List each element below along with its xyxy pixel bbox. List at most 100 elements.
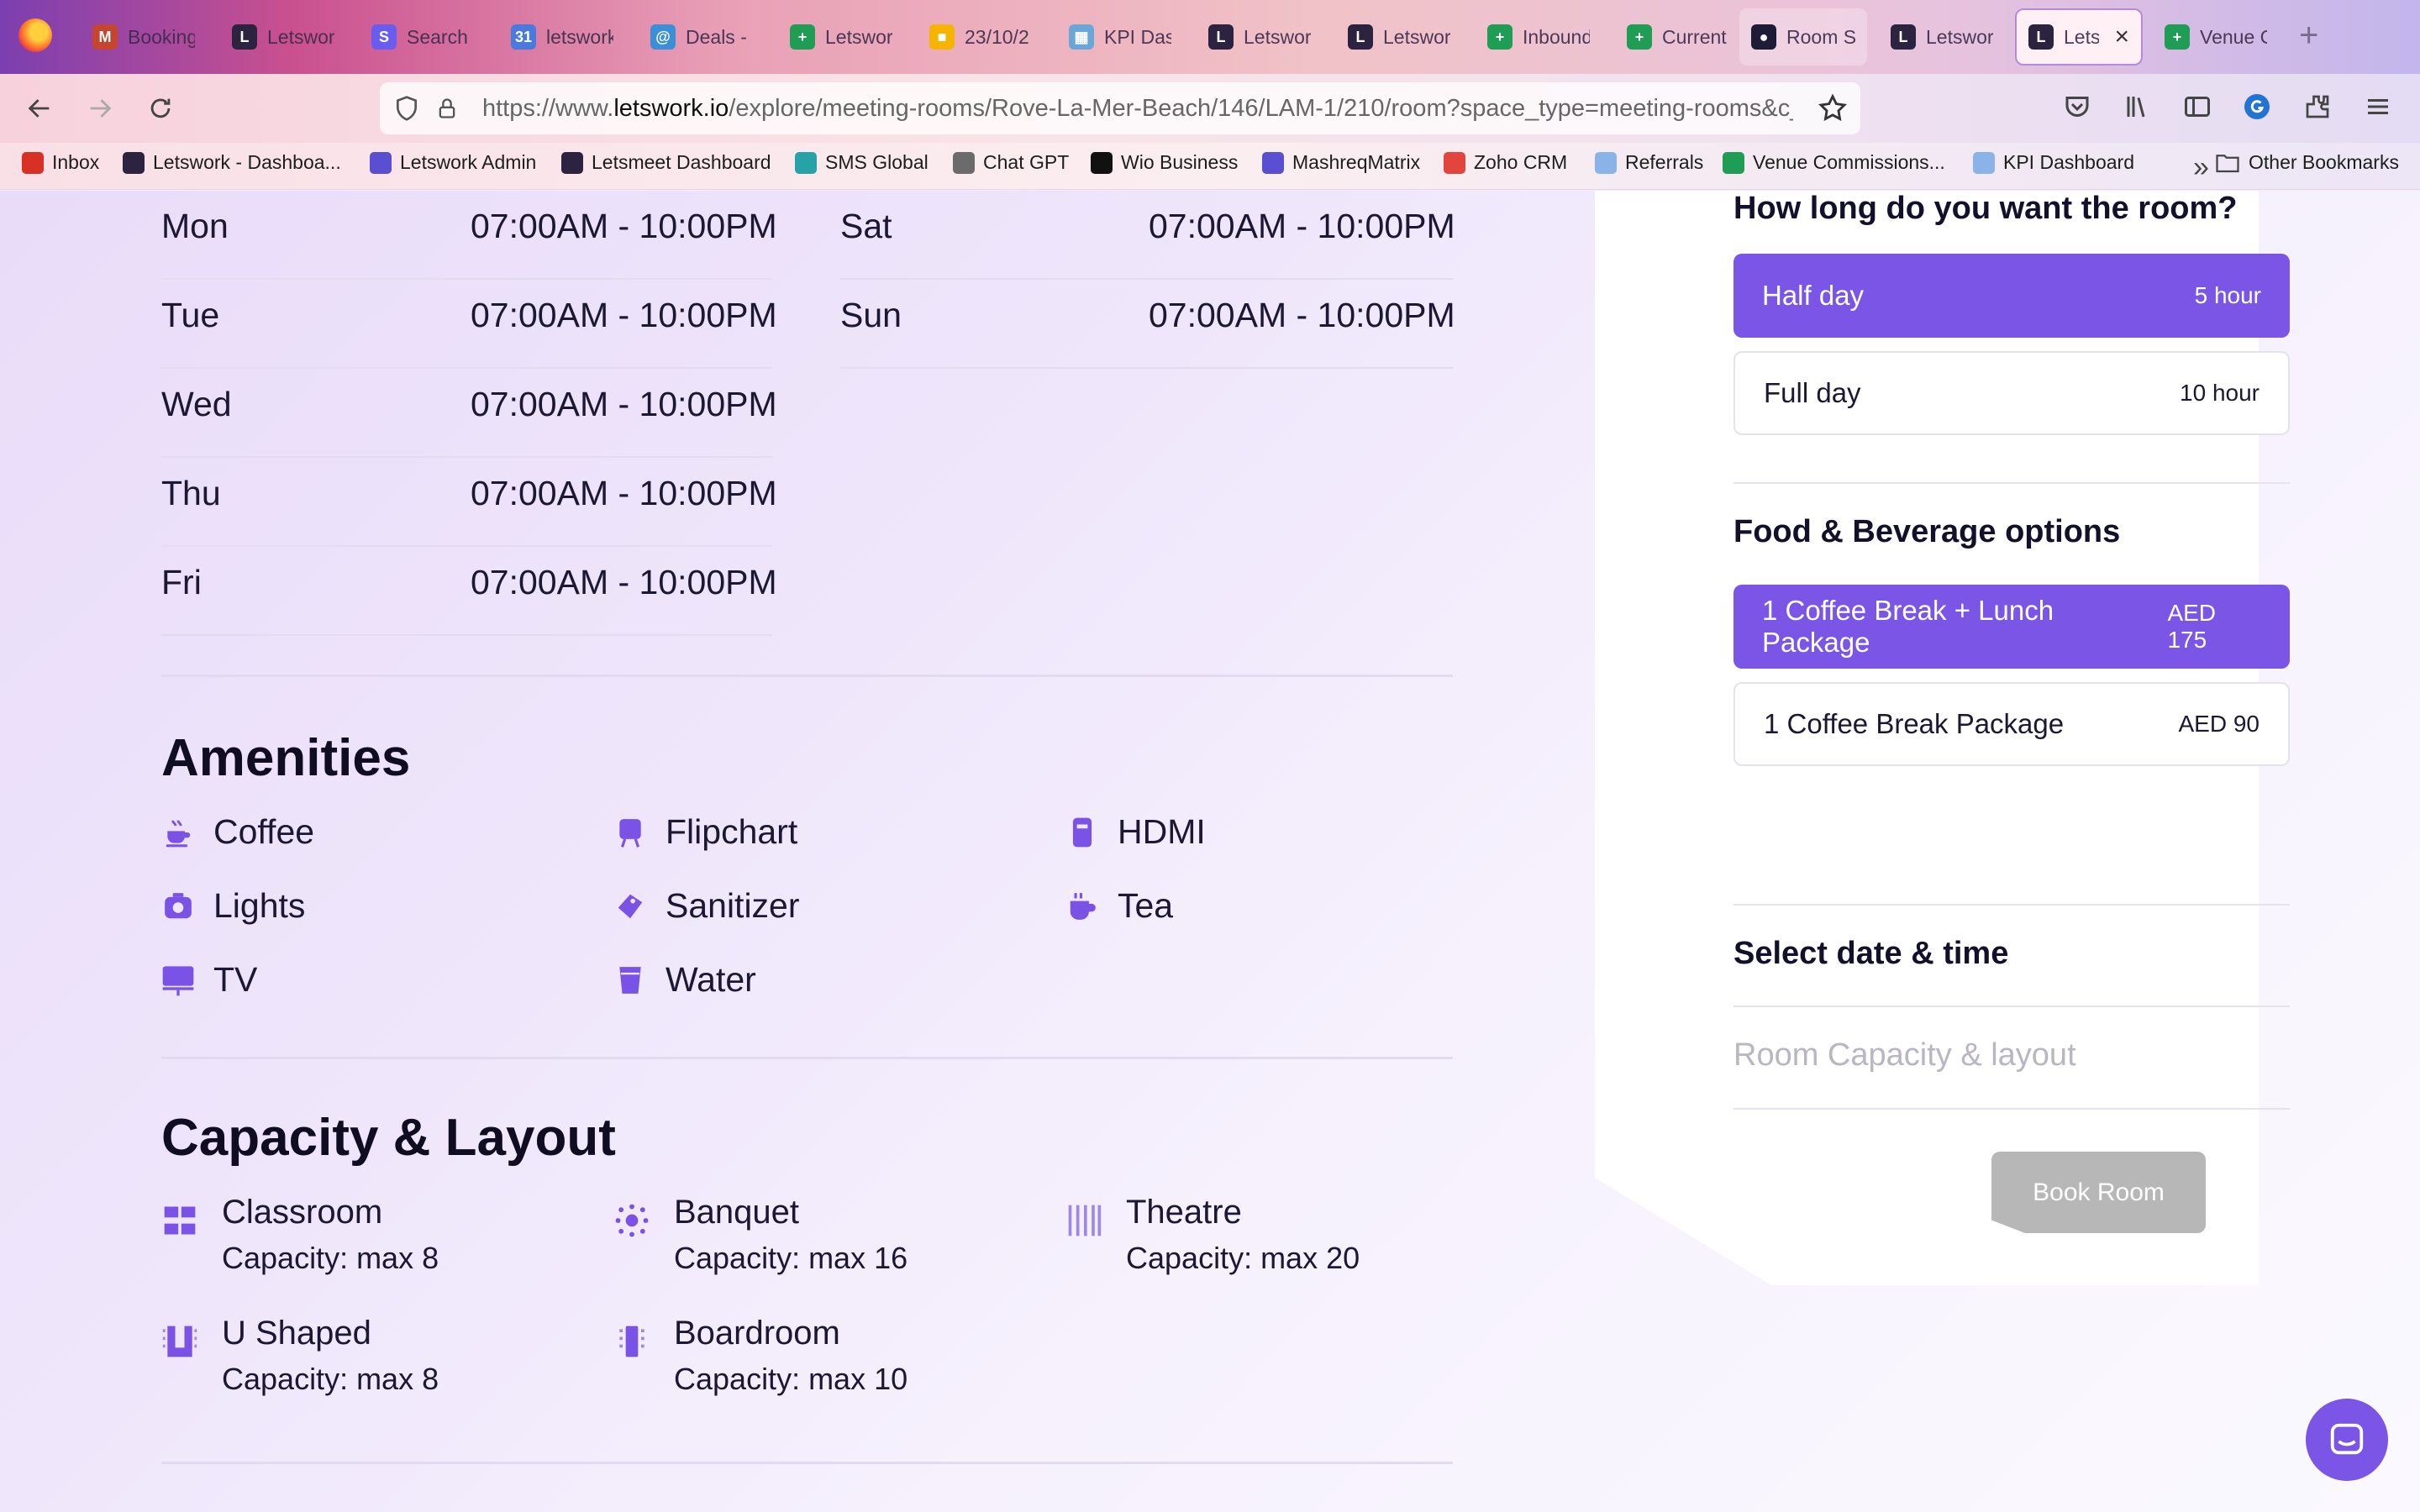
grammarly-icon[interactable]: [2242, 92, 2272, 122]
bookmark-favicon-icon: [1262, 151, 1284, 174]
url-text[interactable]: https://www.letswork.io/explore/meeting-…: [482, 95, 1793, 123]
bookmark-item[interactable]: Chat GPT: [953, 151, 1069, 174]
browser-tab[interactable]: + Venue C: [2153, 8, 2279, 66]
folder-icon: [2216, 154, 2239, 172]
bookmark-favicon-icon: [1444, 151, 1465, 174]
tab-title: letswork: [546, 25, 613, 48]
bookmark-item[interactable]: SMS Global: [795, 151, 929, 174]
browser-tab[interactable]: L Letswork: [1879, 8, 2005, 66]
tab-favicon-icon: +: [1487, 24, 1512, 50]
browser-tab[interactable]: ● Room S: [1739, 8, 1867, 66]
bookmark-item[interactable]: Zoho CRM: [1444, 151, 1567, 174]
browser-tab[interactable]: ■ 23/10/2: [918, 8, 1044, 66]
browser-tab[interactable]: L Letswork: [220, 8, 346, 66]
reload-button[interactable]: [139, 87, 182, 129]
bookmarks-overflow[interactable]: »: [2193, 151, 2209, 184]
panel-divider: [1733, 482, 2290, 484]
bookmark-favicon-icon: [1973, 151, 1995, 174]
tab-favicon-icon: L: [1891, 24, 1916, 50]
chat-launcher-button[interactable]: [2306, 1399, 2388, 1481]
tab-favicon-icon: L: [1208, 24, 1234, 50]
bookmark-item[interactable]: Letswork - Dashboa...: [123, 151, 341, 174]
browser-tab[interactable]: @ Deals -: [639, 8, 765, 66]
library-icon[interactable]: [2123, 92, 2154, 122]
fnb-option-coffee-lunch[interactable]: 1 Coffee Break + Lunch Package AED 175: [1733, 585, 2290, 669]
tab-title: Letswork: [825, 25, 892, 48]
page-content: Mon 07:00AM - 10:00PM Tue 07:00AM - 10:0…: [0, 191, 2420, 1512]
bookmark-item[interactable]: Inbox: [22, 151, 99, 174]
duration-option-half-day[interactable]: Half day 5 hour: [1733, 254, 2290, 338]
forward-arrow-icon: [90, 99, 112, 118]
bookmark-favicon-icon: [123, 151, 145, 174]
tea-icon: [1065, 890, 1099, 923]
amenity-tv: TV: [161, 960, 257, 1000]
hours-day: Mon: [161, 207, 229, 245]
bookmark-item[interactable]: MashreqMatrix: [1262, 151, 1420, 174]
browser-tab[interactable]: 31 letswork: [499, 8, 625, 66]
theatre-icon: [1068, 1205, 1102, 1236]
tab-title: Inbound: [1523, 25, 1590, 48]
water-icon: [613, 963, 647, 997]
browser-tab[interactable]: M Booking: [81, 8, 207, 66]
tab-title: Letswork: [267, 25, 334, 48]
select-date-time[interactable]: Select date & time: [1733, 936, 2008, 972]
tab-favicon-icon: +: [1627, 24, 1652, 50]
hours-day: Wed: [161, 385, 232, 423]
bookmark-favicon-icon: [1723, 151, 1744, 174]
sidebar-icon[interactable]: [2181, 92, 2213, 122]
bookmark-label: Referrals: [1625, 151, 1704, 173]
bookmark-item[interactable]: Letswork Admin: [370, 151, 536, 174]
back-button[interactable]: [18, 87, 60, 129]
room-capacity-layout-field[interactable]: Room Capacity & layout: [1733, 1037, 2076, 1074]
close-tab-icon[interactable]: ×: [2114, 23, 2129, 51]
tab-favicon-icon: M: [92, 24, 118, 50]
tracking-shield-icon[interactable]: [393, 94, 420, 123]
browser-tab[interactable]: L Letswork: [1197, 8, 1323, 66]
bookmark-label: MashreqMatrix: [1292, 151, 1421, 173]
browser-tab[interactable]: ▦ KPI Das: [1057, 8, 1183, 66]
new-tab-button[interactable]: +: [2299, 17, 2318, 55]
section-divider: [161, 1462, 1453, 1464]
browser-tab[interactable]: L Lets ×: [2015, 8, 2143, 66]
browser-tab[interactable]: + Current: [1615, 8, 1741, 66]
browser-tab[interactable]: + Inbound: [1476, 8, 1602, 66]
browser-tab[interactable]: L Letswork: [1336, 8, 1462, 66]
book-room-button[interactable]: Book Room: [1991, 1152, 2206, 1233]
tab-title: 23/10/2: [965, 25, 1029, 48]
bookmark-favicon-icon: [953, 151, 975, 174]
browser-tab[interactable]: + Letswork: [778, 8, 904, 66]
other-bookmarks[interactable]: Other Bookmarks: [2215, 151, 2399, 174]
tab-favicon-icon: S: [371, 24, 397, 50]
section-divider: [161, 675, 1453, 677]
bookmark-label: SMS Global: [825, 151, 929, 173]
bookmark-item[interactable]: Venue Commissions...: [1723, 151, 1945, 174]
hdmi-icon: [1065, 816, 1099, 849]
bookmark-label: Letsmeet Dashboard: [592, 151, 771, 173]
fnb-option-coffee-break[interactable]: 1 Coffee Break Package AED 90: [1733, 682, 2290, 766]
pocket-icon[interactable]: [2062, 92, 2092, 122]
tab-title: Booking: [128, 25, 195, 48]
amenity-sanitizer: Sanitizer: [613, 886, 800, 926]
lock-icon[interactable]: [435, 94, 459, 123]
bookmark-item[interactable]: Wio Business: [1091, 151, 1238, 174]
address-bar[interactable]: https://www.letswork.io/explore/meeting-…: [380, 82, 1860, 134]
flipchart-icon: [613, 816, 647, 849]
u-shaped-icon: [162, 1326, 197, 1357]
tab-title: KPI Das: [1104, 25, 1171, 48]
bookmark-item[interactable]: Referrals: [1595, 151, 1703, 174]
bookmark-favicon-icon: [22, 151, 44, 174]
tab-favicon-icon: ●: [1751, 24, 1776, 50]
browser-tab[interactable]: S Search: [360, 8, 486, 66]
forward-button[interactable]: [79, 87, 121, 129]
menu-hamburger-icon[interactable]: [2363, 92, 2393, 122]
bookmark-item[interactable]: KPI Dashboard: [1973, 151, 2134, 174]
duration-title: How long do you want the room?: [1733, 191, 2238, 226]
duration-option-full-day[interactable]: Full day 10 hour: [1733, 351, 2290, 435]
bookmark-label: Letswork - Dashboa...: [153, 151, 341, 173]
capacity-title: Capacity & Layout: [161, 1109, 616, 1167]
bookmark-item[interactable]: Letsmeet Dashboard: [561, 151, 771, 174]
amenity-lights: Lights: [161, 886, 305, 926]
bookmark-star-icon[interactable]: [1817, 92, 1849, 124]
firefox-logo-icon[interactable]: [18, 18, 52, 52]
extensions-icon[interactable]: [2302, 92, 2333, 122]
